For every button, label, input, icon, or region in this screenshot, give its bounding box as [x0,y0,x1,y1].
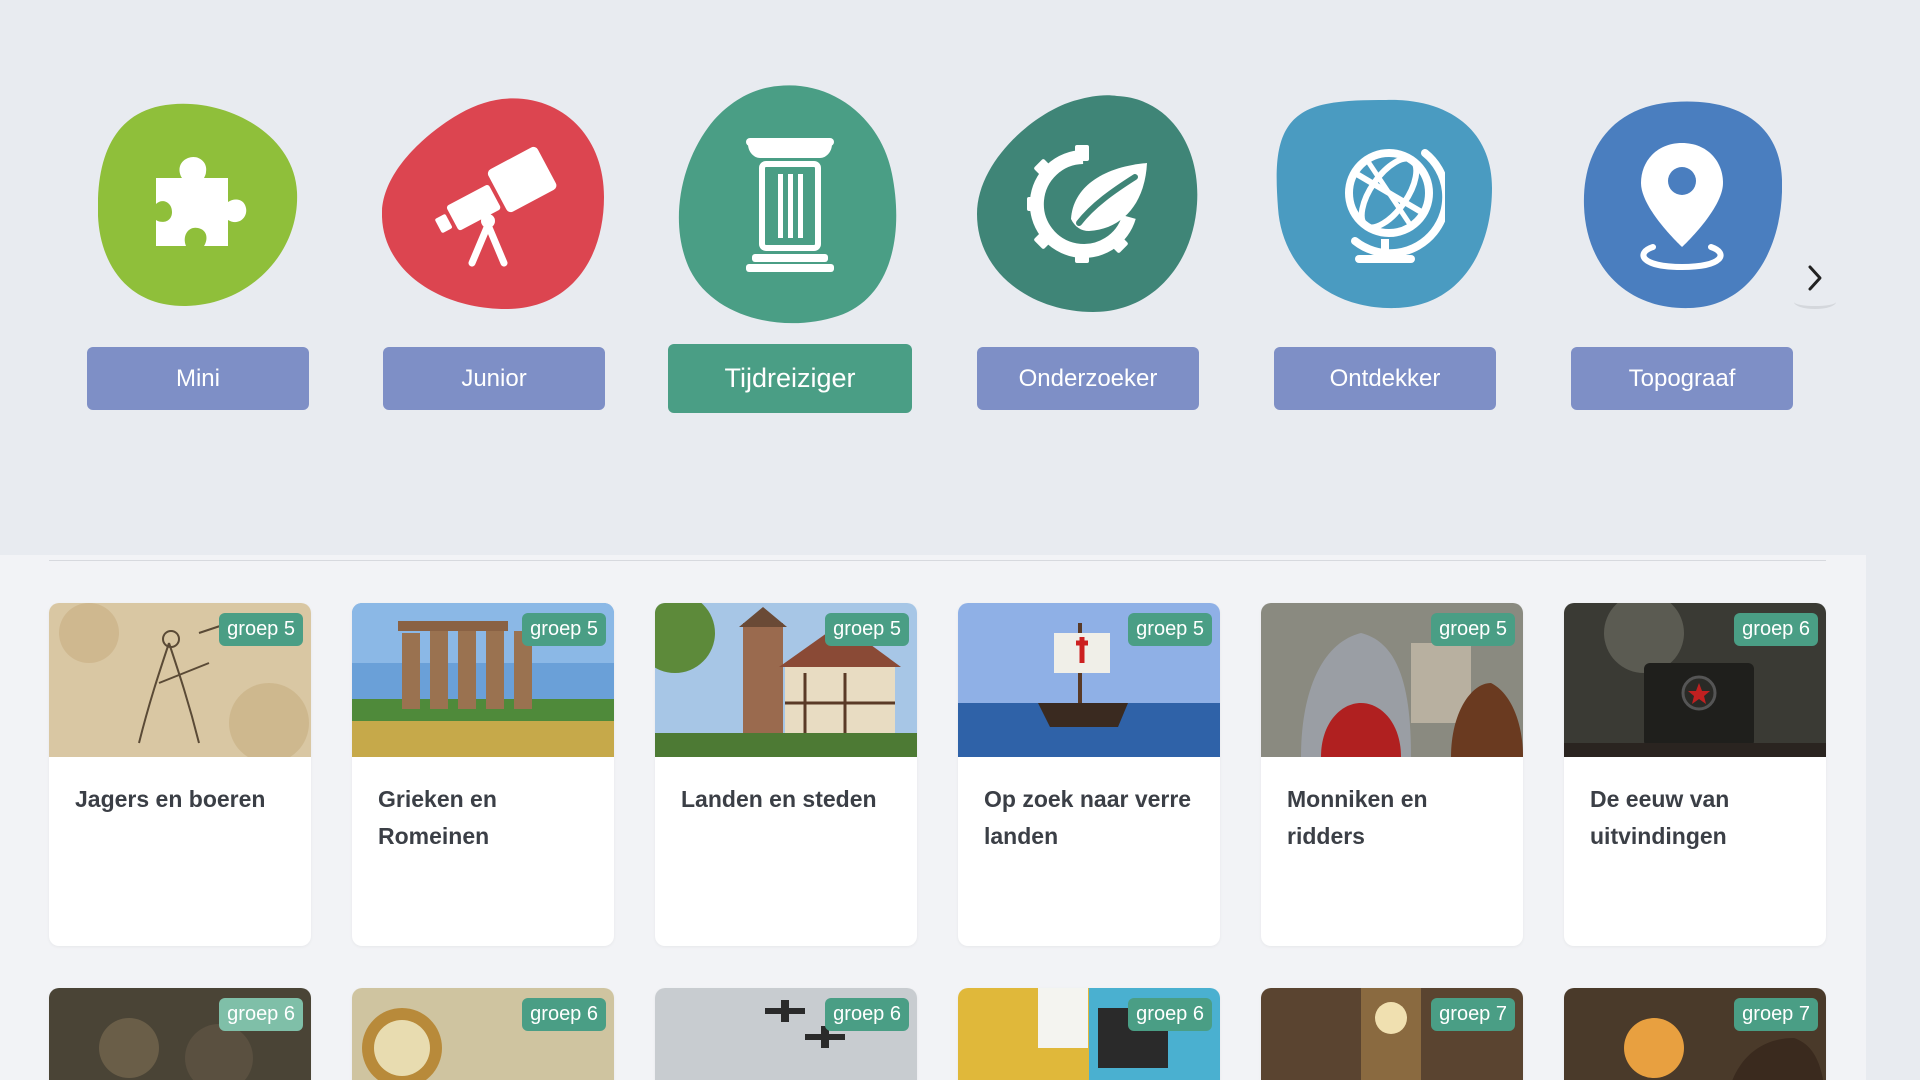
theme-card-de-eeuw-van-uitvindingen[interactable]: groep 6 De eeuw van uitvindingen [1564,603,1826,946]
theme-card-jagers-en-boeren[interactable]: groep 5 Jagers en boeren [49,603,311,946]
level-ontdekker-button[interactable]: Ontdekker [1274,347,1496,410]
telescope-icon [435,146,557,267]
theme-card-title: Jagers en boeren [75,786,266,812]
level-junior[interactable]: Junior [364,0,624,420]
level-carousel: Mini Junior Tijdreiziger Onderzoeker Ont… [0,0,1920,440]
theme-card-title: Op zoek naar verre landen [984,786,1192,849]
level-mini[interactable]: Mini [68,0,328,420]
map-pin-icon [1640,143,1724,271]
level-onderzoeker-blob[interactable] [977,94,1199,314]
theme-card-image: groep 7 [1261,988,1523,1080]
grade-badge: groep 5 [522,613,606,646]
chevron-right-icon [1808,265,1822,290]
theme-card-image: groep 6 [655,988,917,1080]
level-tijdreiziger-blob[interactable] [678,84,902,324]
grade-badge: groep 6 [825,998,909,1031]
grade-badge: groep 6 [1734,613,1818,646]
level-onderzoeker[interactable]: Onderzoeker [958,0,1218,420]
grade-badge: groep 5 [219,613,303,646]
theme-card-image: groep 6 [958,988,1220,1080]
grade-badge: groep 7 [1734,998,1818,1031]
theme-card-image: groep 6 [1564,603,1826,757]
theme-card-image: groep 6 [49,988,311,1080]
level-ontdekker[interactable]: Ontdekker [1255,0,1515,420]
theme-card-title: De eeuw van uitvindingen [1590,786,1730,849]
level-tijdreiziger-button[interactable]: Tijdreiziger [668,344,912,413]
grade-badge: groep 5 [825,613,909,646]
carousel-next-button[interactable] [1790,245,1840,310]
theme-card-row2-1[interactable]: groep 6 [49,988,311,1080]
level-tijdreiziger[interactable]: Tijdreiziger [660,0,920,420]
grade-badge: groep 6 [219,998,303,1031]
theme-card-monniken-en-ridders[interactable]: groep 5 Monniken en ridders [1261,603,1523,946]
level-mini-blob[interactable] [98,100,298,308]
theme-card-image: groep 6 [352,988,614,1080]
puzzle-icon [156,156,247,246]
grade-badge: groep 6 [522,998,606,1031]
theme-card-image: groep 7 [1564,988,1826,1080]
level-onderzoeker-button[interactable]: Onderzoeker [977,347,1199,410]
theme-card-image: groep 5 [352,603,614,757]
theme-card-row2-5[interactable]: groep 7 [1261,988,1523,1080]
theme-card-row2-6[interactable]: groep 7 [1564,988,1826,1080]
theme-card-landen-en-steden[interactable]: groep 5 Landen en steden [655,603,917,946]
level-topograaf-button[interactable]: Topograaf [1571,347,1793,410]
scrollbar-track[interactable] [1866,555,1920,1080]
level-topograaf[interactable]: Topograaf [1552,0,1812,420]
globe-icon [1345,149,1445,263]
section-divider [49,560,1826,561]
gear-leaf-icon [1027,145,1147,263]
theme-card-op-zoek-naar-verre-landen[interactable]: groep 5 Op zoek naar verre landen [958,603,1220,946]
theme-card-image: groep 5 [655,603,917,757]
grade-badge: groep 6 [1128,998,1212,1031]
grade-badge: groep 5 [1128,613,1212,646]
theme-card-image: groep 5 [1261,603,1523,757]
level-topograaf-blob[interactable] [1582,100,1782,310]
level-mini-button[interactable]: Mini [87,347,309,410]
level-ontdekker-blob[interactable] [1276,98,1494,310]
theme-card-image: groep 5 [49,603,311,757]
theme-card-title: Grieken en Romeinen [378,786,497,849]
theme-card-row2-4[interactable]: groep 6 [958,988,1220,1080]
theme-card-row2-2[interactable]: groep 6 [352,988,614,1080]
theme-card-grieken-en-romeinen[interactable]: groep 5 Grieken en Romeinen [352,603,614,946]
level-junior-blob[interactable] [382,97,606,311]
theme-card-row2-3[interactable]: groep 6 [655,988,917,1080]
level-junior-button[interactable]: Junior [383,347,605,410]
grade-badge: groep 7 [1431,998,1515,1031]
grade-badge: groep 5 [1431,613,1515,646]
theme-card-title: Landen en steden [681,786,877,812]
column-icon [746,138,834,272]
theme-card-title: Monniken en ridders [1287,786,1428,849]
theme-card-image: groep 5 [958,603,1220,757]
